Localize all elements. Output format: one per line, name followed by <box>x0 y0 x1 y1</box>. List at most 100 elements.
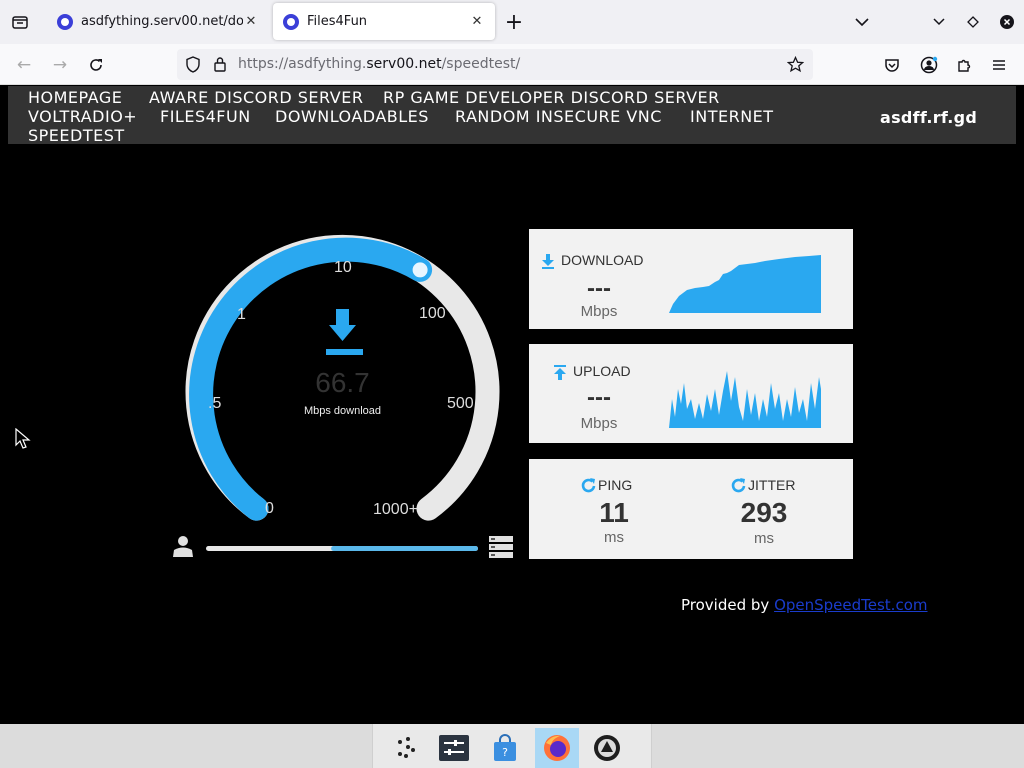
site-favicon-icon <box>283 13 299 30</box>
gauge-label-1000: 1000+ <box>373 501 418 518</box>
new-tab-button[interactable]: + <box>500 8 528 36</box>
tab-title: asdfything.serv00.net/dow <box>81 14 243 29</box>
tab-overview-icon <box>12 16 28 29</box>
store-bag-icon: ? <box>494 734 516 761</box>
download-graph <box>669 255 821 313</box>
minimize-button[interactable] <box>925 8 953 36</box>
nav-files4fun[interactable]: FILES4FUN <box>160 107 251 126</box>
ping-refresh-icon <box>581 478 596 493</box>
minimize-icon <box>933 18 945 26</box>
reload-button[interactable] <box>83 52 109 78</box>
gauge-label-0: 0 <box>265 500 274 517</box>
download-unit: Mbps <box>580 303 618 320</box>
firefox-icon <box>544 735 570 761</box>
dock-settings[interactable] <box>432 728 476 768</box>
dock-app-other[interactable] <box>585 728 629 768</box>
dock: ? <box>372 724 652 768</box>
download-arrow-icon <box>542 254 554 269</box>
tab-asdfything[interactable]: asdfything.serv00.net/dow ✕ <box>47 3 269 40</box>
gauge-speed-unit: Mbps download <box>303 405 382 417</box>
url-path: /speedtest/ <box>441 56 521 72</box>
upload-value: --- <box>587 384 611 411</box>
navigation-toolbar: ← → https://asdfything.serv00.net/speedt… <box>0 44 1024 85</box>
bookmark-star-icon[interactable] <box>787 56 804 73</box>
upload-card: UPLOAD --- Mbps <box>529 344 853 443</box>
tab-title: Files4Fun <box>307 14 368 29</box>
user-icon <box>173 536 193 557</box>
download-label: DOWNLOAD <box>561 252 644 268</box>
upload-graph <box>669 371 821 428</box>
site-brand-link[interactable]: asdff.rf.gd <box>880 108 977 127</box>
tab-overview-button[interactable] <box>6 8 34 36</box>
gauge-needle-knob <box>409 259 431 281</box>
provided-by: Provided by OpenSpeedTest.com <box>681 596 928 614</box>
maximize-button[interactable] <box>959 8 987 36</box>
svg-text:?: ? <box>502 746 508 759</box>
pocket-icon <box>885 58 899 72</box>
app-badge-icon <box>594 735 620 761</box>
upload-arrow-icon <box>554 365 566 380</box>
lock-icon[interactable] <box>213 56 227 73</box>
test-progress <box>173 536 513 558</box>
nav-homepage[interactable]: HOMEPAGE <box>28 88 122 107</box>
ping-unit: ms <box>604 529 624 546</box>
extensions-button[interactable] <box>951 52 977 78</box>
nav-speedtest[interactable]: SPEEDTEST <box>28 126 125 145</box>
speed-gauge: .5 1 10 100 500 1000+ 0 66.7 Mbps downlo… <box>170 225 515 565</box>
hamburger-menu-icon <box>993 60 1005 70</box>
url-host: serv00.net <box>366 56 442 72</box>
tab-strip: asdfything.serv00.net/dow ✕ Files4Fun ✕ … <box>0 0 1024 44</box>
ping-value: 11 <box>599 497 629 528</box>
gauge-speed-value: 66.7 <box>315 367 370 398</box>
url-text[interactable]: https://asdfything.serv00.net/speedtest/ <box>238 56 520 72</box>
settings-sliders-icon <box>439 735 469 761</box>
tab-files4fun[interactable]: Files4Fun ✕ <box>273 3 495 40</box>
download-value: --- <box>587 275 611 302</box>
jitter-refresh-icon <box>731 478 746 493</box>
arrow-right-icon: → <box>52 55 68 75</box>
ping-jitter-card: PING 11 ms JITTER 293 ms <box>529 459 853 559</box>
taskbar: ? <box>0 724 1024 768</box>
nav-random-insecure-vnc[interactable]: RANDOM INSECURE VNC <box>455 107 662 126</box>
account-icon <box>920 56 938 74</box>
puzzle-icon <box>958 59 971 72</box>
address-bar[interactable]: https://asdfything.serv00.net/speedtest/ <box>177 49 813 80</box>
site-favicon-icon <box>57 13 73 30</box>
gauge-label-1: 1 <box>237 306 246 323</box>
download-card: DOWNLOAD --- Mbps <box>529 229 853 329</box>
openspeedtest-link[interactable]: OpenSpeedTest.com <box>774 596 927 614</box>
nav-aware-discord[interactable]: AWARE DISCORD SERVER <box>149 88 363 107</box>
maximize-icon <box>967 16 979 28</box>
close-icon[interactable]: ✕ <box>243 14 259 29</box>
close-window-button[interactable] <box>993 8 1021 36</box>
pocket-button[interactable] <box>879 52 905 78</box>
nav-downloadables[interactable]: DOWNLOADABLES <box>275 107 429 126</box>
server-icon <box>489 536 513 558</box>
upload-label: UPLOAD <box>573 363 631 379</box>
dock-app-launcher[interactable] <box>384 728 428 768</box>
plus-icon: + <box>504 9 524 35</box>
menu-button[interactable] <box>986 52 1012 78</box>
nav-internet[interactable]: INTERNET <box>690 107 774 126</box>
site-navigation: HOMEPAGE AWARE DISCORD SERVER RP GAME DE… <box>8 86 1016 145</box>
close-window-icon <box>1000 15 1014 29</box>
back-button[interactable]: ← <box>11 52 37 78</box>
close-icon[interactable]: ✕ <box>469 14 485 29</box>
gauge-label-100: 100 <box>419 305 446 322</box>
dock-software-store[interactable]: ? <box>483 728 527 768</box>
download-arrow-icon <box>326 309 363 355</box>
list-tabs-button[interactable] <box>848 8 876 36</box>
shield-icon[interactable] <box>185 56 201 73</box>
account-button[interactable] <box>916 52 942 78</box>
dock-firefox[interactable] <box>535 728 579 768</box>
forward-button[interactable]: → <box>47 52 73 78</box>
progress-fill <box>331 546 478 551</box>
app-launcher-icon <box>398 737 415 758</box>
provided-by-text: Provided by <box>681 596 770 614</box>
jitter-unit: ms <box>754 530 774 547</box>
nav-voltradio[interactable]: VOLTRADIO+ <box>28 107 137 126</box>
chevron-down-icon <box>855 18 869 27</box>
nav-rp-game-dev-discord[interactable]: RP GAME DEVELOPER DISCORD SERVER <box>383 88 720 107</box>
gauge-label-10: 10 <box>334 259 352 276</box>
reload-icon <box>90 59 102 71</box>
